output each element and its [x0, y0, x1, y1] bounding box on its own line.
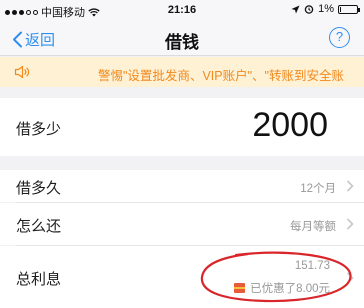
loan-term-label: 借多久: [16, 180, 62, 197]
loan-amount-input[interactable]: 2000: [252, 106, 328, 145]
help-icon[interactable]: ?: [329, 27, 350, 48]
chevron-right-icon: [346, 180, 354, 192]
battery-icon: [338, 4, 360, 14]
total-interest-row[interactable]: 总利息 151.73 已优惠了8.00元: [0, 246, 364, 308]
loan-term-value: 12个月: [300, 183, 336, 195]
chevron-right-icon: [346, 272, 354, 284]
discount-info: 已优惠了8.00元: [234, 280, 330, 296]
loan-term-row[interactable]: 借多久 12个月: [0, 170, 364, 202]
alarm-icon: [304, 5, 314, 14]
status-bar: 中国移动 21:16 1%: [0, 0, 364, 20]
coupon-icon: [234, 283, 246, 293]
repayment-method-label: 怎么还: [16, 218, 62, 235]
speaker-icon: [14, 65, 30, 79]
notice-text: 警惕"设置批发商、VIP账户"、"转账到安全账: [98, 69, 344, 83]
location-icon: [291, 5, 300, 13]
page-title: 借钱: [165, 33, 199, 52]
repayment-method-value: 每月等额: [290, 221, 336, 233]
battery-percent: 1%: [318, 3, 334, 15]
discount-text: 已优惠了8.00元: [250, 283, 330, 295]
notice-banner[interactable]: 警惕"设置批发商、VIP账户"、"转账到安全账: [0, 57, 364, 87]
total-interest-label: 总利息: [16, 271, 62, 288]
total-interest-value: 151.73: [294, 260, 330, 272]
status-right: 1%: [291, 3, 360, 15]
navigation-bar: 返回 借钱 ?: [0, 20, 364, 56]
repayment-method-row[interactable]: 怎么还 每月等额: [0, 203, 364, 245]
chevron-right-icon: [346, 218, 354, 230]
loan-amount-label: 借多少: [16, 121, 62, 138]
loan-amount-row[interactable]: 借多少 2000: [0, 98, 364, 156]
